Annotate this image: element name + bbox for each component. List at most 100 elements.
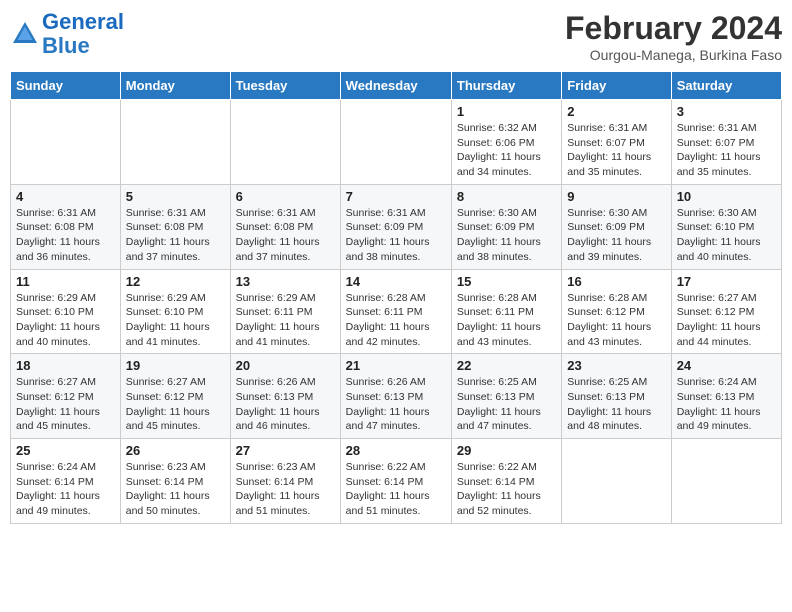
day-number: 21 (346, 358, 446, 373)
day-info: Sunrise: 6:30 AM Sunset: 6:09 PM Dayligh… (457, 206, 556, 265)
calendar-day-cell (340, 100, 451, 185)
month-title: February 2024 (565, 10, 782, 47)
day-info: Sunrise: 6:27 AM Sunset: 6:12 PM Dayligh… (677, 291, 776, 350)
day-info: Sunrise: 6:26 AM Sunset: 6:13 PM Dayligh… (346, 375, 446, 434)
day-of-week-header: Saturday (671, 72, 781, 100)
day-info: Sunrise: 6:31 AM Sunset: 6:08 PM Dayligh… (16, 206, 115, 265)
calendar-day-cell: 8 Sunrise: 6:30 AM Sunset: 6:09 PM Daylig… (451, 184, 561, 269)
calendar-day-cell: 9Sunrise: 6:30 AM Sunset: 6:09 PM Daylig… (562, 184, 671, 269)
day-info: Sunrise: 6:32 AM Sunset: 6:06 PM Dayligh… (457, 121, 556, 180)
day-number: 3 (677, 104, 776, 119)
day-info: Sunrise: 6:26 AM Sunset: 6:13 PM Dayligh… (236, 375, 335, 434)
day-info: Sunrise: 6:29 AM Sunset: 6:11 PM Dayligh… (236, 291, 335, 350)
day-number: 2 (567, 104, 665, 119)
day-number: 7 (346, 189, 446, 204)
calendar-day-cell: 7 Sunrise: 6:31 AM Sunset: 6:09 PM Daylig… (340, 184, 451, 269)
day-number: 27 (236, 443, 335, 458)
day-number: 20 (236, 358, 335, 373)
calendar-week-row: 18 Sunrise: 6:27 AM Sunset: 6:12 PM Dayli… (11, 354, 782, 439)
logo-text: General Blue (42, 10, 124, 58)
calendar-week-row: 25Sunrise: 6:24 AM Sunset: 6:14 PM Dayli… (11, 439, 782, 524)
day-info: Sunrise: 6:28 AM Sunset: 6:11 PM Dayligh… (346, 291, 446, 350)
day-info: Sunrise: 6:27 AM Sunset: 6:12 PM Dayligh… (126, 375, 225, 434)
day-info: Sunrise: 6:29 AM Sunset: 6:10 PM Dayligh… (126, 291, 225, 350)
calendar-week-row: 4 Sunrise: 6:31 AM Sunset: 6:08 PM Daylig… (11, 184, 782, 269)
day-number: 5 (126, 189, 225, 204)
day-number: 28 (346, 443, 446, 458)
location: Ourgou-Manega, Burkina Faso (565, 47, 782, 63)
calendar-day-cell: 10Sunrise: 6:30 AM Sunset: 6:10 PM Dayli… (671, 184, 781, 269)
day-of-week-header: Tuesday (230, 72, 340, 100)
calendar-day-cell: 20 Sunrise: 6:26 AM Sunset: 6:13 PM Dayli… (230, 354, 340, 439)
calendar-day-cell: 28 Sunrise: 6:22 AM Sunset: 6:14 PM Dayli… (340, 439, 451, 524)
calendar-header-row: SundayMondayTuesdayWednesdayThursdayFrid… (11, 72, 782, 100)
day-number: 26 (126, 443, 225, 458)
calendar-day-cell: 15 Sunrise: 6:28 AM Sunset: 6:11 PM Dayli… (451, 269, 561, 354)
day-number: 6 (236, 189, 335, 204)
day-info: Sunrise: 6:30 AM Sunset: 6:10 PM Dayligh… (677, 206, 776, 265)
logo-line1: General (42, 9, 124, 34)
calendar-day-cell: 27Sunrise: 6:23 AM Sunset: 6:14 PM Dayli… (230, 439, 340, 524)
calendar-day-cell: 1 Sunrise: 6:32 AM Sunset: 6:06 PM Daylig… (451, 100, 561, 185)
day-of-week-header: Thursday (451, 72, 561, 100)
calendar-day-cell (11, 100, 121, 185)
day-number: 18 (16, 358, 115, 373)
calendar-day-cell (562, 439, 671, 524)
day-info: Sunrise: 6:22 AM Sunset: 6:14 PM Dayligh… (346, 460, 446, 519)
day-number: 12 (126, 274, 225, 289)
day-info: Sunrise: 6:28 AM Sunset: 6:11 PM Dayligh… (457, 291, 556, 350)
day-of-week-header: Monday (120, 72, 230, 100)
calendar-day-cell: 3Sunrise: 6:31 AM Sunset: 6:07 PM Daylig… (671, 100, 781, 185)
calendar-day-cell: 12 Sunrise: 6:29 AM Sunset: 6:10 PM Dayli… (120, 269, 230, 354)
day-info: Sunrise: 6:25 AM Sunset: 6:13 PM Dayligh… (567, 375, 665, 434)
day-number: 23 (567, 358, 665, 373)
calendar-day-cell: 13 Sunrise: 6:29 AM Sunset: 6:11 PM Dayli… (230, 269, 340, 354)
day-number: 4 (16, 189, 115, 204)
day-info: Sunrise: 6:31 AM Sunset: 6:09 PM Dayligh… (346, 206, 446, 265)
calendar-day-cell: 5 Sunrise: 6:31 AM Sunset: 6:08 PM Daylig… (120, 184, 230, 269)
day-info: Sunrise: 6:24 AM Sunset: 6:14 PM Dayligh… (16, 460, 115, 519)
day-of-week-header: Friday (562, 72, 671, 100)
day-number: 16 (567, 274, 665, 289)
calendar-day-cell (230, 100, 340, 185)
day-number: 8 (457, 189, 556, 204)
logo: General Blue (10, 10, 124, 58)
calendar-day-cell: 25Sunrise: 6:24 AM Sunset: 6:14 PM Dayli… (11, 439, 121, 524)
day-number: 15 (457, 274, 556, 289)
calendar-week-row: 11 Sunrise: 6:29 AM Sunset: 6:10 PM Dayli… (11, 269, 782, 354)
day-info: Sunrise: 6:29 AM Sunset: 6:10 PM Dayligh… (16, 291, 115, 350)
day-info: Sunrise: 6:31 AM Sunset: 6:07 PM Dayligh… (567, 121, 665, 180)
title-block: February 2024 Ourgou-Manega, Burkina Fas… (565, 10, 782, 63)
calendar-day-cell: 14 Sunrise: 6:28 AM Sunset: 6:11 PM Dayli… (340, 269, 451, 354)
calendar-day-cell: 29 Sunrise: 6:22 AM Sunset: 6:14 PM Dayli… (451, 439, 561, 524)
day-number: 29 (457, 443, 556, 458)
calendar-day-cell: 26 Sunrise: 6:23 AM Sunset: 6:14 PM Dayli… (120, 439, 230, 524)
calendar-day-cell: 4 Sunrise: 6:31 AM Sunset: 6:08 PM Daylig… (11, 184, 121, 269)
calendar-day-cell: 23 Sunrise: 6:25 AM Sunset: 6:13 PM Dayli… (562, 354, 671, 439)
day-info: Sunrise: 6:24 AM Sunset: 6:13 PM Dayligh… (677, 375, 776, 434)
day-info: Sunrise: 6:23 AM Sunset: 6:14 PM Dayligh… (126, 460, 225, 519)
calendar-day-cell: 17 Sunrise: 6:27 AM Sunset: 6:12 PM Dayli… (671, 269, 781, 354)
day-number: 17 (677, 274, 776, 289)
day-number: 13 (236, 274, 335, 289)
day-info: Sunrise: 6:27 AM Sunset: 6:12 PM Dayligh… (16, 375, 115, 434)
calendar-day-cell: 18 Sunrise: 6:27 AM Sunset: 6:12 PM Dayli… (11, 354, 121, 439)
day-info: Sunrise: 6:22 AM Sunset: 6:14 PM Dayligh… (457, 460, 556, 519)
day-number: 14 (346, 274, 446, 289)
calendar-day-cell: 6Sunrise: 6:31 AM Sunset: 6:08 PM Daylig… (230, 184, 340, 269)
calendar-day-cell: 19Sunrise: 6:27 AM Sunset: 6:12 PM Dayli… (120, 354, 230, 439)
day-info: Sunrise: 6:31 AM Sunset: 6:08 PM Dayligh… (126, 206, 225, 265)
calendar-day-cell: 21 Sunrise: 6:26 AM Sunset: 6:13 PM Dayli… (340, 354, 451, 439)
calendar-day-cell: 24 Sunrise: 6:24 AM Sunset: 6:13 PM Dayli… (671, 354, 781, 439)
calendar-day-cell (671, 439, 781, 524)
calendar-table: SundayMondayTuesdayWednesdayThursdayFrid… (10, 71, 782, 524)
day-number: 1 (457, 104, 556, 119)
day-info: Sunrise: 6:30 AM Sunset: 6:09 PM Dayligh… (567, 206, 665, 265)
day-number: 24 (677, 358, 776, 373)
page-header: General Blue February 2024 Ourgou-Manega… (10, 10, 782, 63)
logo-line2: Blue (42, 33, 90, 58)
calendar-day-cell: 2 Sunrise: 6:31 AM Sunset: 6:07 PM Daylig… (562, 100, 671, 185)
day-number: 11 (16, 274, 115, 289)
day-of-week-header: Sunday (11, 72, 121, 100)
day-of-week-header: Wednesday (340, 72, 451, 100)
